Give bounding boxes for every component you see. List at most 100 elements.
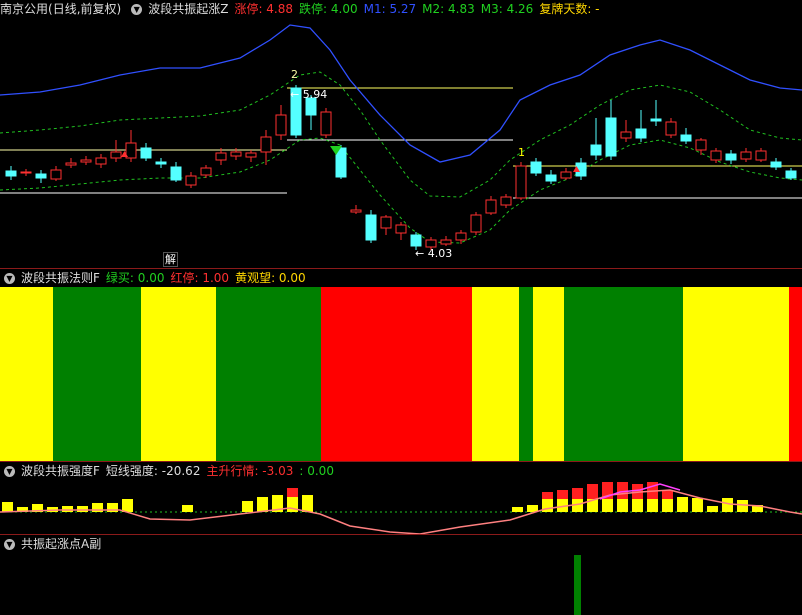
- candle: [140, 143, 152, 161]
- strength-bar: [302, 495, 313, 512]
- candle-body: [635, 128, 647, 139]
- main-indicator-name[interactable]: 波段共振起涨Z: [148, 2, 228, 16]
- main-value-5: 复牌天数: -: [539, 2, 600, 16]
- candle: [110, 140, 122, 162]
- candle: [515, 162, 527, 200]
- candle: [725, 150, 737, 164]
- candle: [545, 170, 557, 184]
- main-rise-bar: [662, 490, 673, 499]
- panel2-value-1: 红停: 1.00: [170, 271, 230, 285]
- event-badge[interactable]: 解: [163, 252, 178, 267]
- indicator-menu-icon[interactable]: ▼: [4, 273, 15, 284]
- candle: [380, 215, 392, 235]
- wave-label-1: 1: [518, 146, 525, 159]
- candle-body: [485, 199, 497, 214]
- candle-body: [455, 232, 467, 241]
- high-price-label: ← 5.94: [290, 88, 327, 101]
- candle-body: [425, 239, 437, 248]
- panel2-indicator-name[interactable]: 波段共振法则F: [21, 271, 100, 285]
- strength-bar: [662, 497, 673, 512]
- stock-name[interactable]: 南京公用: [0, 2, 48, 16]
- candle: [200, 165, 212, 178]
- main-header: 南京公用(日线,前复权) ▼ 波段共振起涨Z 涨停: 4.88 跌停: 4.00 M1: …: [0, 0, 802, 18]
- main-chart-panel[interactable]: 2 1 ← 5.94 ← 4.03 南京公用(日线,前复权) ▼ 波段共振起涨Z 涨停: 4…: [0, 0, 802, 268]
- panel2-value-0: 绿买: 0.00: [105, 271, 165, 285]
- candle: [560, 168, 572, 180]
- candle-body: [5, 170, 17, 177]
- band-yellow: [683, 287, 789, 461]
- rise-point-panel[interactable]: ▼ 共振起涨点A副: [0, 535, 802, 615]
- main-rise-bar: [617, 482, 628, 499]
- panel3-value-1: 主升行情: -3.03: [206, 464, 294, 478]
- candle: [590, 118, 602, 160]
- band-green: [216, 287, 321, 461]
- candle-body: [50, 169, 62, 180]
- strength-bar: [77, 506, 88, 512]
- candle-body: [785, 170, 797, 179]
- strength-panel[interactable]: ▼ 波段共振强度F 短线强度: -20.62 主升行情: -3.03: 0.00: [0, 462, 802, 534]
- candle: [755, 148, 767, 162]
- candle: [500, 194, 512, 208]
- strength-bar: [2, 502, 13, 512]
- strength-bar: [512, 507, 523, 512]
- strength-bar: [182, 505, 193, 512]
- indicator-menu-icon[interactable]: ▼: [131, 4, 143, 15]
- strength-bar: [257, 497, 268, 512]
- band-yellow: [533, 287, 564, 461]
- candle: [620, 120, 632, 142]
- candle-body: [320, 111, 332, 136]
- candle: [95, 154, 107, 168]
- main-rise-bar: [587, 484, 598, 499]
- candle-body: [410, 234, 422, 247]
- candle-body: [350, 209, 362, 213]
- panel3-indicator-name[interactable]: 波段共振强度F: [21, 464, 100, 478]
- candle: [440, 236, 452, 246]
- candle-body: [500, 196, 512, 206]
- candle-body: [560, 171, 572, 179]
- candle: [35, 170, 47, 183]
- panel2-value-2: 黄观望: 0.00: [235, 271, 306, 285]
- band-yellow: [472, 287, 519, 461]
- candlestick-chart[interactable]: 2 1 ← 5.94 ← 4.03: [0, 0, 802, 268]
- panel3-indicator-values: 短线强度: -20.62 主升行情: -3.03: 0.00: [106, 464, 340, 478]
- band-green: [53, 287, 141, 461]
- candle: [665, 118, 677, 138]
- strength-bar: [62, 506, 73, 512]
- main-value-3: M2: 4.83: [422, 2, 475, 16]
- candle: [125, 130, 137, 162]
- candle-body: [125, 142, 137, 159]
- candle: [275, 105, 287, 140]
- strength-bar: [617, 497, 628, 512]
- candle: [65, 158, 77, 168]
- main-value-1: 跌停: 4.00: [299, 2, 358, 16]
- candle-body: [260, 136, 272, 153]
- band-yellow: [141, 287, 216, 461]
- main-value-2: M1: 5.27: [363, 2, 417, 16]
- rise-signal-bar: [574, 555, 581, 615]
- panel3-value-0: 短线强度: -20.62: [105, 464, 201, 478]
- strength-bar: [737, 500, 748, 512]
- candle-body: [230, 151, 242, 157]
- period-label[interactable]: (日线,前复权): [48, 2, 121, 16]
- candle: [185, 172, 197, 188]
- main-rise-bar: [572, 488, 583, 499]
- panel4-indicator-name[interactable]: 共振起涨点A副: [21, 537, 101, 551]
- indicator-menu-icon[interactable]: ▼: [4, 466, 15, 477]
- candle-body: [725, 153, 737, 161]
- candle-body: [605, 117, 617, 157]
- candle: [605, 100, 617, 160]
- band-red: [789, 287, 802, 461]
- candle-body: [200, 167, 212, 176]
- candle-body: [140, 147, 152, 159]
- main-indicator-values: 涨停: 4.88 跌停: 4.00 M1: 5.27 M2: 4.83 M3: 4.26…: [234, 2, 605, 16]
- candle-body: [770, 161, 782, 168]
- candle: [680, 128, 692, 144]
- candle-body: [380, 216, 392, 229]
- candle-body: [215, 152, 227, 161]
- candle-body: [515, 165, 527, 199]
- main-value-0: 涨停: 4.88: [234, 2, 294, 16]
- candle: [485, 196, 497, 215]
- signal-band-panel[interactable]: ▼ 波段共振法则F 绿买: 0.00 红停: 1.00 黄观望: 0.00: [0, 269, 802, 461]
- candle-body: [545, 174, 557, 182]
- indicator-menu-icon[interactable]: ▼: [4, 539, 15, 550]
